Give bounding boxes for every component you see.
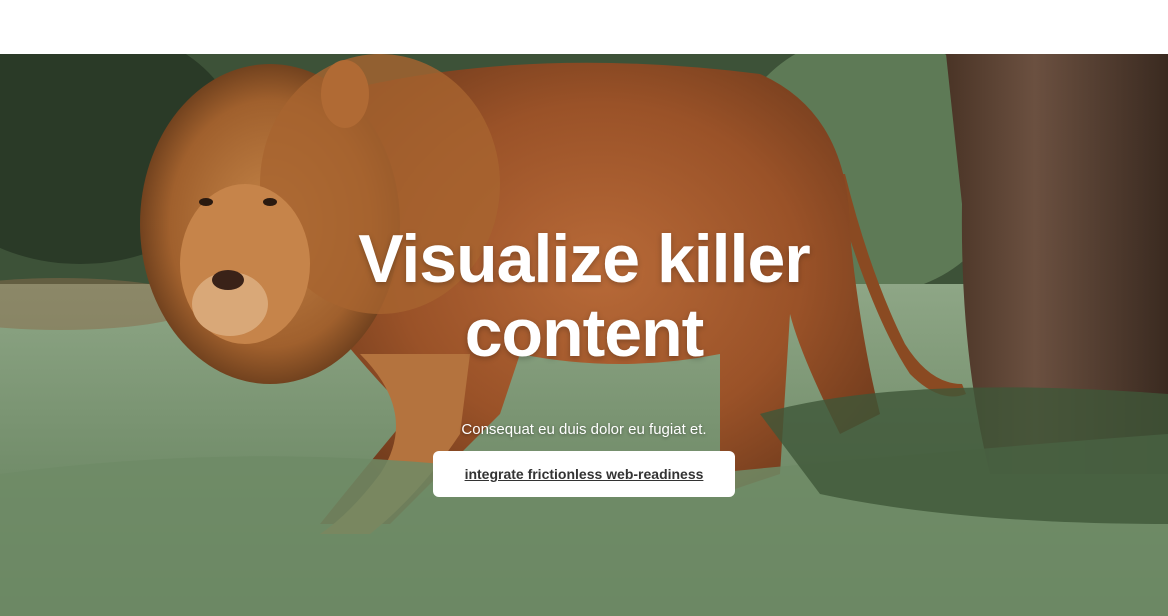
hero-content: Visualize killer content Consequat eu dui…	[0, 54, 1168, 616]
hero-section: Visualize killer content Consequat eu dui…	[0, 54, 1168, 616]
hero-headline-line1: Visualize killer	[358, 221, 810, 297]
hero-subtitle: Consequat eu duis dolor eu fugiat et.	[461, 421, 707, 438]
hero-headline: Visualize killer content	[284, 222, 884, 370]
cta-button[interactable]: integrate frictionless web-readiness	[433, 451, 735, 497]
hero-headline-line2: content	[464, 295, 705, 371]
top-header-bar	[0, 0, 1168, 54]
